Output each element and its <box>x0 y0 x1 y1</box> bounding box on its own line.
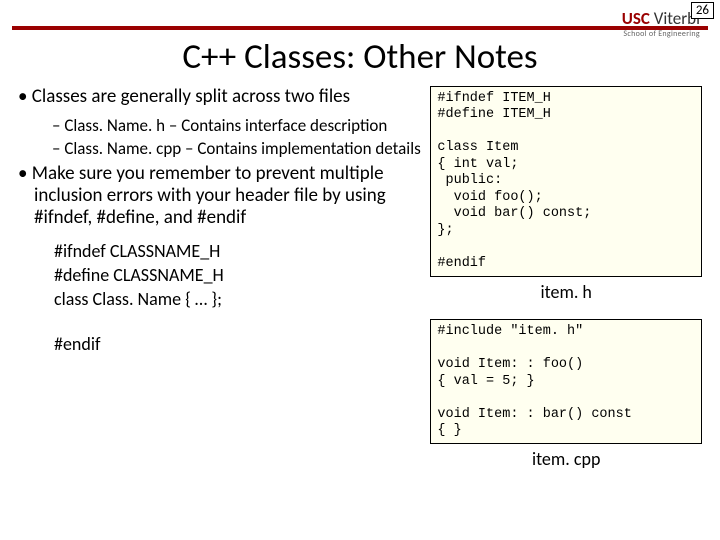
inline-code-block: #ifndef CLASSNAME_H #define CLASSNAME_H … <box>54 240 422 356</box>
right-column: #ifndef ITEM_H #define ITEM_H class Item… <box>428 86 702 486</box>
file-label-cpp: item. cpp <box>430 448 702 470</box>
subbullet-2: Class. Name. cpp – Contains implementati… <box>52 139 422 159</box>
logo-sub: School of Engineering <box>622 30 700 38</box>
inline-code-l4: #endif <box>54 333 422 356</box>
bullet-2: Make sure you remember to prevent multip… <box>18 163 422 230</box>
subbullet-1: Class. Name. h – Contains interface desc… <box>52 116 422 136</box>
logo: USC Viterbi School of Engineering <box>622 10 700 38</box>
left-column: Classes are generally split across two f… <box>18 86 428 486</box>
code-box-header: #ifndef ITEM_H #define ITEM_H class Item… <box>430 86 702 277</box>
logo-main: USC Viterbi <box>622 8 700 29</box>
bullet-1: Classes are generally split across two f… <box>18 86 422 108</box>
inline-code-l3: class Class. Name { … }; <box>54 288 422 311</box>
inline-code-l2: #define CLASSNAME_H <box>54 264 422 287</box>
code-box-cpp: #include "item. h" void Item: : foo() { … <box>430 319 702 444</box>
header-bar: USC Viterbi School of Engineering <box>12 0 708 30</box>
content-area: Classes are generally split across two f… <box>0 86 720 486</box>
slide-title: C++ Classes: Other Notes <box>0 36 720 78</box>
inline-code-l1: #ifndef CLASSNAME_H <box>54 240 422 263</box>
page-number: 26 <box>691 2 714 19</box>
logo-usc: USC <box>622 8 650 29</box>
file-label-h: item. h <box>430 281 702 303</box>
